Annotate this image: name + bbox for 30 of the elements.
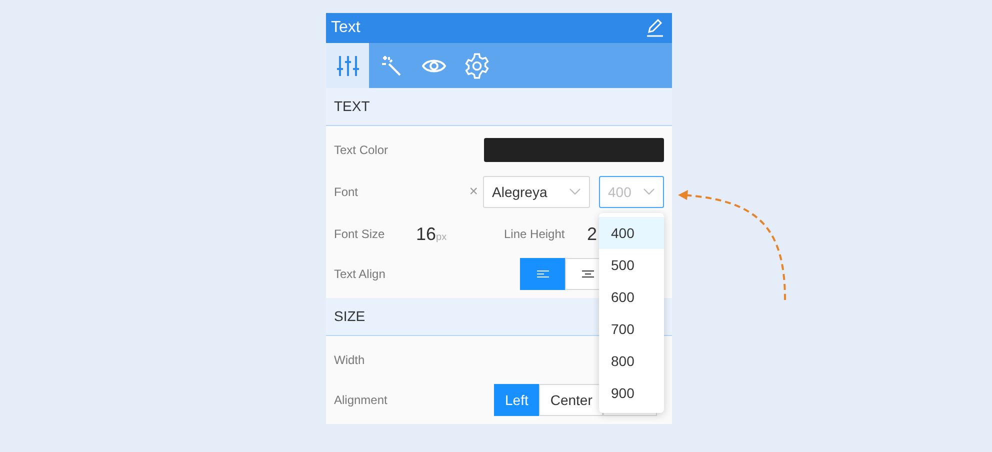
dropdown-option[interactable]: 700 [599, 313, 664, 345]
field-label: Line Height [504, 226, 566, 243]
field-label: Text Align [334, 266, 386, 283]
field-label: Font [334, 184, 360, 201]
panel-title: Text [331, 18, 360, 38]
align-left-icon [536, 270, 548, 280]
chevron-down-icon [569, 188, 581, 196]
sliders-icon [336, 54, 360, 78]
field-label: Width [334, 352, 366, 369]
edit-icon[interactable] [646, 18, 664, 37]
dropdown-option[interactable]: 400 [599, 217, 664, 249]
dropdown-option[interactable]: 800 [599, 345, 664, 377]
magic-wand-icon [380, 54, 402, 76]
align-center-icon [582, 270, 594, 280]
dropdown-option[interactable]: 500 [599, 249, 664, 281]
field-label: Font Size [334, 226, 386, 243]
font-select[interactable]: Alegreya [483, 176, 590, 208]
settings-icon [464, 52, 490, 78]
dropdown-option[interactable]: 600 [599, 281, 664, 313]
unit-text: px [436, 232, 447, 242]
field-label: Text Color [334, 142, 390, 159]
alignment-button[interactable]: Center [539, 384, 604, 416]
value-text: 16 [416, 224, 436, 244]
color-swatch[interactable] [484, 138, 664, 162]
value-text: 2 [587, 222, 598, 246]
tab[interactable] [326, 43, 369, 88]
field-label: Alignment [334, 392, 388, 409]
section-title: SIZE [334, 307, 366, 326]
chevron-down-icon [643, 188, 655, 196]
section-title: TEXT [334, 97, 370, 116]
